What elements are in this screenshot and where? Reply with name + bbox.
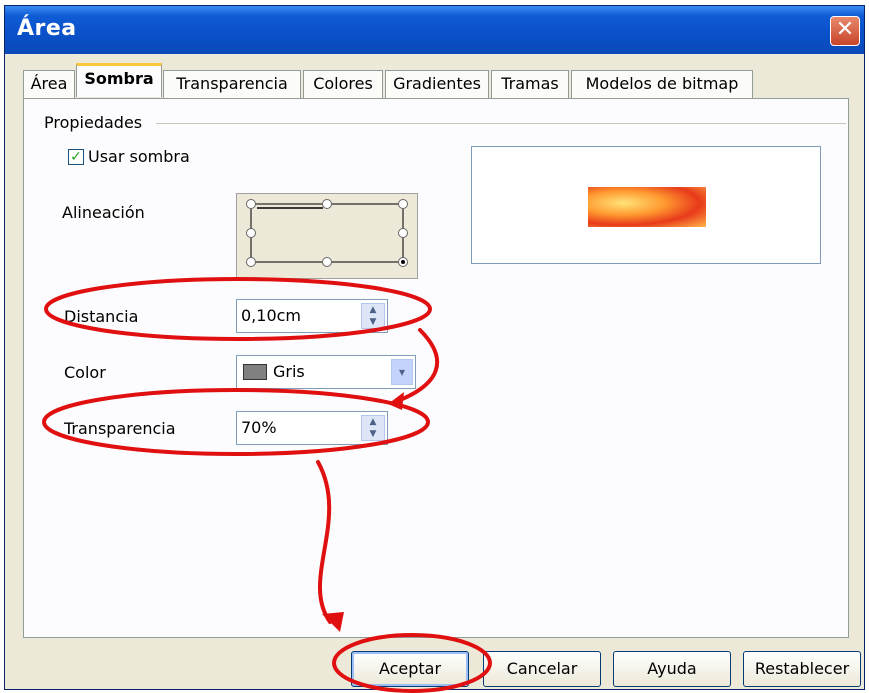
alignment-grid bbox=[246, 199, 408, 267]
color-dropdown[interactable]: Gris ▾ bbox=[236, 355, 416, 389]
color-swatch bbox=[243, 364, 267, 380]
reset-button[interactable]: Restablecer bbox=[743, 651, 861, 687]
align-middle-right bbox=[398, 228, 408, 238]
tab-colores[interactable]: Colores bbox=[303, 70, 383, 98]
shadow-panel: Propiedades ✓ Usar sombra Alineación Dis… bbox=[23, 98, 849, 638]
help-button[interactable]: Ayuda bbox=[613, 651, 731, 687]
cancel-button[interactable]: Cancelar bbox=[483, 651, 601, 687]
distance-value: 0,10cm bbox=[241, 306, 302, 325]
distance-spinner[interactable]: ▲ ▼ bbox=[361, 303, 385, 329]
color-value: Gris bbox=[273, 362, 305, 381]
properties-group-label: Propiedades bbox=[44, 113, 143, 132]
shadow-preview bbox=[471, 146, 821, 264]
tab-gradientes[interactable]: Gradientes bbox=[385, 70, 489, 98]
close-icon[interactable]: ✕ bbox=[830, 16, 860, 46]
tab-modelos-de-bitmap[interactable]: Modelos de bitmap bbox=[571, 70, 753, 98]
distance-label: Distancia bbox=[64, 307, 139, 326]
use-shadow-checkbox[interactable]: ✓ bbox=[68, 149, 84, 165]
transparency-field[interactable]: 70% ▲ ▼ bbox=[236, 411, 388, 445]
transparency-label: Transparencia bbox=[64, 419, 176, 438]
align-top-right bbox=[398, 199, 408, 209]
alignment-selector[interactable] bbox=[236, 193, 418, 279]
preview-shadow-image bbox=[588, 187, 706, 227]
distance-field[interactable]: 0,10cm ▲ ▼ bbox=[236, 299, 388, 333]
transparency-spinner[interactable]: ▲ ▼ bbox=[361, 415, 385, 441]
color-label: Color bbox=[64, 363, 106, 382]
alignment-label: Alineación bbox=[62, 203, 145, 222]
tab-tramas[interactable]: Tramas bbox=[491, 70, 569, 98]
tab-transparencia[interactable]: Transparencia bbox=[163, 70, 301, 98]
use-shadow-label[interactable]: Usar sombra bbox=[88, 147, 190, 166]
group-separator bbox=[156, 123, 846, 124]
align-top-center bbox=[322, 199, 332, 209]
title-bar: Área ✕ bbox=[5, 6, 864, 54]
tab-sombra[interactable]: Sombra bbox=[76, 63, 162, 97]
area-dialog: Área ✕ Área Sombra Transparencia Colores… bbox=[4, 5, 865, 690]
chevron-down-icon[interactable]: ▾ bbox=[391, 359, 413, 385]
tab-area[interactable]: Área bbox=[23, 70, 75, 98]
align-bottom-center bbox=[322, 257, 332, 267]
accept-button[interactable]: Aceptar bbox=[351, 651, 469, 687]
transparency-value: 70% bbox=[241, 418, 277, 437]
dialog-title: Área bbox=[17, 16, 77, 41]
align-middle-left bbox=[246, 228, 256, 238]
align-top-left bbox=[246, 199, 256, 209]
align-bottom-left bbox=[246, 257, 256, 267]
